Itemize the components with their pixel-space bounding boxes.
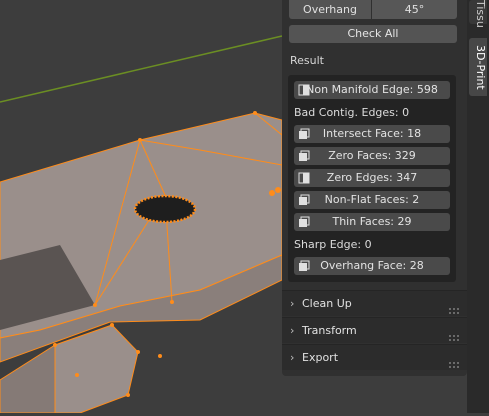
- select-icon: [298, 194, 310, 206]
- select-icon: [298, 128, 310, 140]
- drag-grip-icon[interactable]: [449, 326, 461, 341]
- result-heading: Result: [290, 54, 324, 67]
- select-icon: [298, 216, 310, 228]
- select-icon: [298, 84, 310, 96]
- thin-faces-button[interactable]: Thin Faces: 29: [294, 213, 450, 231]
- tab-3d-print[interactable]: 3D-Print: [469, 38, 487, 96]
- overhang-label: Overhang: [289, 0, 371, 19]
- 3d-print-panel: Overhang 45° Check All Result Non Manifo…: [282, 0, 467, 376]
- select-icon: [298, 260, 310, 272]
- zero-edges-button[interactable]: Zero Edges: 347: [294, 169, 450, 187]
- overhang-angle-field[interactable]: 45°: [372, 0, 457, 19]
- intersect-face-button[interactable]: Intersect Face: 18: [294, 125, 450, 143]
- overhang-row: Overhang 45°: [289, 0, 457, 19]
- sharp-edge-label: Sharp Edge: 0: [294, 238, 372, 251]
- select-icon: [298, 172, 310, 184]
- chevron-right-icon: ›: [290, 351, 295, 364]
- result-list: Non Manifold Edge: 598 Bad Contig. Edges…: [288, 75, 456, 282]
- non-manifold-edge-button[interactable]: Non Manifold Edge: 598: [294, 81, 450, 99]
- transform-subpanel-header[interactable]: › Transform: [282, 317, 467, 343]
- mesh-hole: [133, 194, 197, 224]
- select-icon: [298, 150, 310, 162]
- check-all-button[interactable]: Check All: [289, 25, 457, 43]
- chevron-right-icon: ›: [290, 324, 295, 337]
- zero-faces-button[interactable]: Zero Faces: 329: [294, 147, 450, 165]
- export-subpanel-header[interactable]: › Export: [282, 344, 467, 370]
- sidebar-tabs: Tissu 3D-Print: [467, 0, 489, 413]
- bad-contig-edges-label: Bad Contig. Edges: 0: [294, 106, 410, 119]
- tab-tissu[interactable]: Tissu: [469, 0, 487, 28]
- drag-grip-icon[interactable]: [449, 353, 461, 368]
- drag-grip-icon[interactable]: [449, 299, 461, 314]
- chevron-right-icon: ›: [290, 297, 295, 310]
- overhang-face-button[interactable]: Overhang Face: 28: [294, 257, 450, 275]
- cleanup-subpanel-header[interactable]: › Clean Up: [282, 290, 467, 316]
- non-flat-faces-button[interactable]: Non-Flat Faces: 2: [294, 191, 450, 209]
